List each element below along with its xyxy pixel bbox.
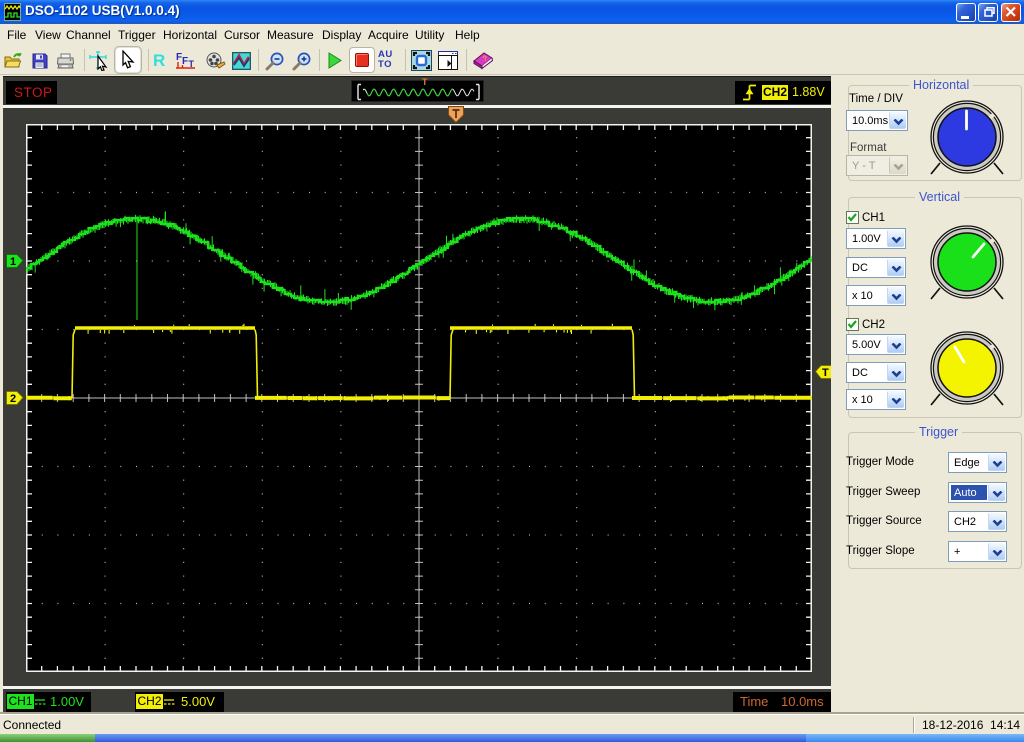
- svg-text:T: T: [822, 367, 829, 379]
- svg-text:2: 2: [10, 393, 16, 405]
- svg-text:1: 1: [10, 256, 16, 268]
